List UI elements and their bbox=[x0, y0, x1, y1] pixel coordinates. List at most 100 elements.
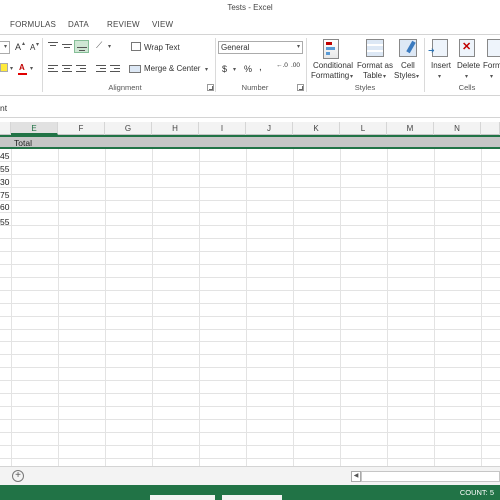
row-gridline bbox=[0, 200, 500, 201]
increase-indent-icon[interactable] bbox=[110, 65, 120, 73]
conditional-formatting-label-2[interactable]: Formatting bbox=[311, 71, 349, 80]
align-bottom-icon bbox=[77, 44, 87, 52]
row-gridline bbox=[0, 445, 500, 446]
font-size-combo[interactable]: ▾ bbox=[0, 41, 10, 54]
row-gridline bbox=[0, 458, 500, 459]
column-header-partial-right[interactable] bbox=[481, 122, 500, 135]
currency-button[interactable]: $ bbox=[222, 64, 227, 74]
column-header-k[interactable]: K bbox=[293, 122, 340, 135]
row-gridline bbox=[0, 380, 500, 381]
value-cell[interactable]: 60 bbox=[0, 202, 9, 212]
value-cell[interactable]: 55 bbox=[0, 217, 9, 227]
column-header-h[interactable]: H bbox=[152, 122, 199, 135]
number-format-value: General bbox=[221, 43, 250, 52]
row-gridline bbox=[0, 393, 500, 394]
row-gridline bbox=[0, 174, 500, 175]
row-gridline bbox=[0, 367, 500, 368]
row-gridline bbox=[0, 419, 500, 420]
align-top-icon[interactable] bbox=[48, 42, 58, 50]
format-button[interactable]: Form bbox=[483, 61, 500, 70]
column-header-j[interactable]: J bbox=[246, 122, 293, 135]
wrap-text-button[interactable]: Wrap Text bbox=[144, 43, 180, 52]
scroll-left-icon[interactable]: ◀ bbox=[351, 471, 361, 482]
horizontal-scrollbar[interactable] bbox=[361, 471, 500, 482]
number-format-combo[interactable]: General ▾ bbox=[218, 41, 303, 54]
insert-cells-icon: ➜ bbox=[428, 39, 448, 57]
group-label-cells: Cells bbox=[458, 83, 476, 92]
selected-row[interactable] bbox=[0, 135, 500, 149]
formula-content: nt bbox=[0, 103, 8, 113]
column-header-e[interactable]: E bbox=[11, 122, 58, 135]
column-header-i[interactable]: I bbox=[199, 122, 246, 135]
wrap-text-icon bbox=[131, 42, 141, 51]
status-count: COUNT: 5 bbox=[459, 488, 494, 497]
insert-button[interactable]: Insert bbox=[431, 61, 451, 70]
spreadsheet-grid[interactable]: E F G H I J K L M N Total 45 55 30 75 60… bbox=[0, 122, 500, 466]
ribbon: ▾ A ▴ A ▾ ▾ A ▾ ⟋ ▾ Wrap Text Merge & Ce… bbox=[0, 34, 500, 96]
increase-decimal-button[interactable]: ←.0 bbox=[276, 62, 288, 69]
sheet-tab-bar: + ◀ bbox=[0, 466, 500, 485]
title-bar: Tests - Excel bbox=[0, 0, 500, 16]
status-bar: COUNT: 5 bbox=[0, 485, 500, 500]
row-gridline bbox=[0, 341, 500, 342]
cell-styles-label-2[interactable]: Styles bbox=[394, 71, 416, 80]
tab-formulas[interactable]: FORMULAS bbox=[10, 20, 56, 29]
tab-review[interactable]: REVIEW bbox=[107, 20, 140, 29]
align-middle-icon[interactable] bbox=[62, 42, 72, 50]
total-header-cell[interactable]: Total bbox=[14, 138, 32, 148]
group-label-alignment: Alignment bbox=[108, 83, 142, 92]
value-cell[interactable]: 75 bbox=[0, 190, 9, 200]
value-cell[interactable]: 45 bbox=[0, 151, 9, 161]
align-right-icon[interactable] bbox=[76, 65, 86, 73]
row-gridline bbox=[0, 329, 500, 330]
row-gridline bbox=[0, 238, 500, 239]
row-gridline bbox=[0, 316, 500, 317]
align-left-icon[interactable] bbox=[48, 65, 58, 73]
percent-button[interactable]: % bbox=[244, 64, 252, 74]
column-header-partial[interactable] bbox=[0, 122, 11, 135]
ribbon-tabs: FORMULAS DATA REVIEW VIEW bbox=[0, 16, 500, 34]
value-cell[interactable]: 55 bbox=[0, 164, 9, 174]
grow-font-button[interactable]: A bbox=[15, 42, 21, 52]
column-header-f[interactable]: F bbox=[58, 122, 105, 135]
column-header-m[interactable]: M bbox=[387, 122, 434, 135]
shrink-font-button[interactable]: A bbox=[30, 43, 35, 52]
format-as-table-label-2[interactable]: Table bbox=[363, 71, 382, 80]
group-label-number: Number bbox=[241, 83, 269, 92]
row-gridline bbox=[0, 406, 500, 407]
merge-center-icon bbox=[129, 65, 141, 73]
font-color-icon[interactable]: A bbox=[19, 63, 25, 72]
alignment-launcher-icon[interactable] bbox=[207, 84, 214, 91]
add-sheet-icon[interactable]: + bbox=[12, 470, 24, 482]
group-label-styles: Styles bbox=[354, 83, 376, 92]
column-header-g[interactable]: G bbox=[105, 122, 152, 135]
row-gridline bbox=[0, 251, 500, 252]
merge-center-button[interactable]: Merge & Center bbox=[144, 64, 200, 73]
status-segment bbox=[150, 495, 215, 500]
decrease-decimal-button[interactable]: .00 bbox=[291, 62, 300, 69]
number-launcher-icon[interactable] bbox=[297, 84, 304, 91]
align-bottom-button[interactable] bbox=[74, 40, 89, 53]
orientation-icon[interactable]: ⟋ bbox=[96, 40, 102, 51]
conditional-formatting-label[interactable]: Conditional bbox=[313, 61, 353, 70]
delete-button[interactable]: Delete bbox=[457, 61, 480, 70]
row-gridline bbox=[0, 264, 500, 265]
format-cells-icon bbox=[487, 39, 500, 57]
status-segment bbox=[222, 495, 282, 500]
row-gridline bbox=[0, 277, 500, 278]
column-header-n[interactable]: N bbox=[434, 122, 481, 135]
format-as-table-label[interactable]: Format as bbox=[357, 61, 393, 70]
row-gridline bbox=[0, 354, 500, 355]
delete-cells-icon: ✕ bbox=[459, 39, 475, 57]
align-center-icon[interactable] bbox=[62, 65, 72, 73]
value-cell[interactable]: 30 bbox=[0, 177, 9, 187]
formula-bar[interactable]: nt bbox=[0, 98, 500, 118]
fill-color-icon[interactable] bbox=[0, 63, 8, 72]
window-title: Tests - Excel bbox=[227, 3, 273, 12]
column-header-l[interactable]: L bbox=[340, 122, 387, 135]
cell-styles-label[interactable]: Cell bbox=[401, 61, 415, 70]
tab-data[interactable]: DATA bbox=[68, 20, 89, 29]
comma-button[interactable]: , bbox=[259, 62, 262, 73]
tab-view[interactable]: VIEW bbox=[152, 20, 173, 29]
decrease-indent-icon[interactable] bbox=[96, 65, 106, 73]
